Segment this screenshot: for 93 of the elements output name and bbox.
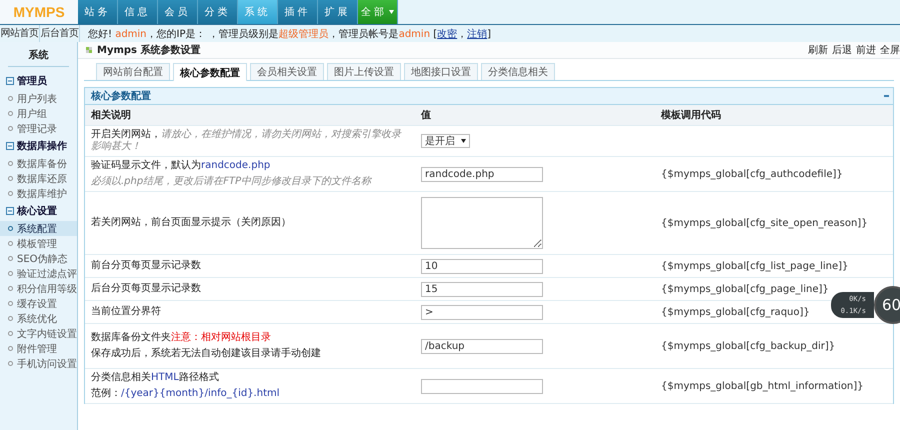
settings-tab[interactable]: 分类信息相关	[481, 63, 555, 80]
template-code: {$mymps_global[cfg_page_line]}	[661, 284, 829, 294]
setting-note: 必须以.php结尾，更改后请在FTP中同步修改目录下的文件名称	[91, 176, 373, 188]
bullet-icon	[8, 331, 13, 336]
bullet-icon	[8, 241, 13, 246]
input-field[interactable]: /backup	[421, 338, 543, 354]
toolbar-link[interactable]: 刷新	[808, 43, 828, 57]
bullet-icon	[8, 161, 13, 166]
account-link[interactable]: 改密	[437, 28, 458, 40]
nav-tab[interactable]: 分类	[198, 0, 238, 24]
sidebar-item[interactable]: 文字内链设置	[0, 326, 77, 341]
nav-tab[interactable]: 站务	[78, 0, 118, 24]
section-title: 核心参数配置	[91, 89, 151, 103]
toolbar-link[interactable]: 后退	[832, 43, 852, 57]
toolbar-link[interactable]: 前进	[856, 43, 876, 57]
bullet-icon	[8, 176, 13, 181]
input-field[interactable]	[421, 378, 543, 394]
collapse-icon[interactable]	[6, 142, 14, 150]
setting-note: 保存成功后，系统若无法自动创建该目录请手动创建	[91, 348, 322, 360]
template-code: {$mymps_global[cfg_authcodefile]}	[661, 168, 843, 180]
input-field[interactable]: >	[421, 304, 543, 320]
sidebar-item[interactable]: 数据库维护	[0, 186, 77, 201]
bullet-icon	[8, 316, 13, 321]
sidebar-item[interactable]: 积分信用等级	[0, 281, 77, 296]
nav-tab[interactable]: 会员	[158, 0, 198, 24]
sidebar-item[interactable]: 系统优化	[0, 311, 77, 326]
column-header: 相关说明	[90, 108, 132, 122]
sidebar-item[interactable]: 用户列表	[0, 91, 77, 106]
settings-tab[interactable]: 核心参数配置	[173, 63, 247, 81]
grid-icon	[86, 47, 92, 53]
sidebar-item[interactable]: 数据库备份	[0, 156, 77, 171]
template-code: {$mymps_global[cfg_site_open_reason]}	[661, 218, 868, 228]
input-field[interactable]: randcode.php	[421, 166, 543, 182]
group-label: 核心设置	[17, 204, 57, 218]
template-code: {$mymps_global[cfg_backup_dir]}	[661, 340, 836, 352]
sidebar-item[interactable]: 模板管理	[0, 236, 77, 251]
sidebar-item[interactable]: 数据库还原	[0, 171, 77, 186]
group-label: 管理员	[17, 74, 47, 88]
setting-label: 开启关闭网站，请放心，在维护情况，请勿关闭网站，对搜索引擎收录影响甚大！	[91, 129, 403, 153]
settings-tab[interactable]: 会员相关设置	[250, 63, 324, 80]
toolbar-link[interactable]: 全屏	[880, 43, 900, 57]
sidebar-item[interactable]: 系统配置	[0, 221, 77, 236]
sidebar-item[interactable]: 验证过滤点评	[0, 266, 77, 281]
nav-tab[interactable]: 插件	[278, 0, 318, 24]
bullet-icon	[8, 286, 13, 291]
bullet-icon	[8, 191, 13, 196]
user-info: 您好! admin，您的IP是： ，管理员级别是超级管理员，管理员帐号是admin [改密，注销]	[88, 28, 492, 40]
select-field[interactable]: 是开启	[421, 134, 470, 148]
group-label: 数据库操作	[17, 139, 67, 153]
setting-label: 若关闭网站，前台页面显示提示（关闭原因）	[91, 217, 292, 229]
nav-tab[interactable]: 信息	[118, 0, 158, 24]
logo: MYMPS	[0, 0, 78, 24]
collapse-icon[interactable]	[6, 207, 14, 215]
bullet-icon	[8, 361, 13, 366]
bullet-icon	[8, 126, 13, 131]
settings-tab[interactable]: 图片上传设置	[327, 63, 401, 80]
speed-gauge: 60	[874, 286, 900, 324]
bullet-icon	[8, 226, 13, 231]
template-code: {$mymps_global[gb_html_information]}	[661, 380, 864, 392]
setting-label: 后台分页每页显示记录数	[91, 283, 202, 295]
column-header: 值	[420, 109, 432, 122]
column-header: 模板调用代码	[660, 108, 722, 122]
template-code: {$mymps_global[cfg_raquo]}	[661, 306, 810, 318]
template-code: {$mymps_global[cfg_list_page_line]}	[661, 260, 848, 272]
input-field[interactable]: 15	[421, 282, 543, 296]
setting-label: 验证码显示文件，默认为randcode.php	[91, 160, 272, 172]
settings-tab[interactable]: 网站前台配置	[96, 63, 170, 80]
settings-tab[interactable]: 地图接口设置	[404, 63, 478, 80]
caret-icon	[389, 10, 394, 14]
setting-label: 数据库备份文件夹注意：相对网站根目录	[91, 332, 272, 344]
bullet-icon	[8, 111, 13, 116]
setting-label: 当前位置分界符	[91, 306, 162, 318]
setting-note: 范例：/{year}{month}/info_{id}.html	[91, 388, 281, 400]
setting-label: 分类信息相关HTML路径格式	[91, 372, 220, 384]
bullet-icon	[8, 256, 13, 261]
account-link[interactable]: 注销	[467, 28, 488, 40]
caret-icon	[461, 139, 466, 143]
sidebar-title: 系统	[8, 48, 69, 67]
sidebar-item[interactable]: 用户组	[0, 106, 77, 121]
bullet-icon	[8, 96, 13, 101]
sidebar-item[interactable]: 缓存设置	[0, 296, 77, 311]
sidebar-item[interactable]: 附件管理	[0, 341, 77, 356]
collapse-icon[interactable]	[6, 77, 14, 85]
bullet-icon	[8, 301, 13, 306]
sidebar-item[interactable]: 管理记录	[0, 121, 77, 136]
input-field[interactable]: 10	[421, 258, 543, 274]
nav-tab[interactable]: 扩展	[318, 0, 358, 24]
setting-label: 前台分页每页显示记录数	[91, 260, 202, 272]
sidebar-item[interactable]: SEO伪静态	[0, 251, 77, 266]
bullet-icon	[8, 346, 13, 351]
sidebar-item[interactable]: 手机访问设置	[0, 356, 77, 371]
page-title: Mymps 系统参数设置	[97, 44, 200, 57]
bullet-icon	[8, 271, 13, 276]
